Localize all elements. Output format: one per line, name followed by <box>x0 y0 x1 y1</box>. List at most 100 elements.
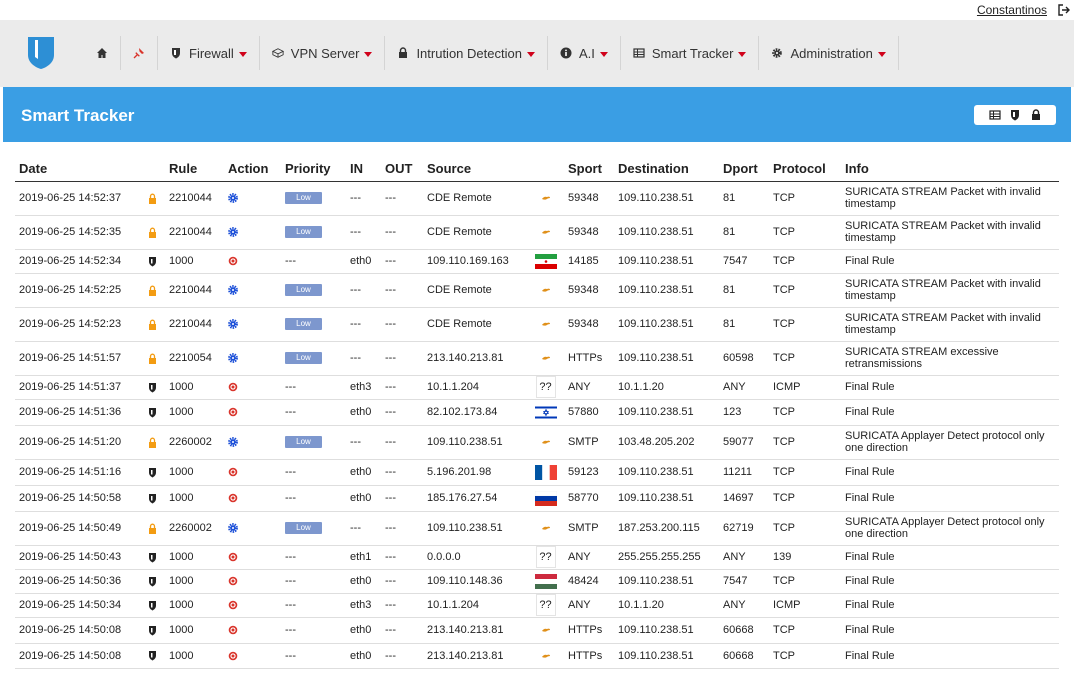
table-row[interactable]: 2019-06-25 14:51:20 2260002 Low --- --- 109.1… <box>15 425 1059 460</box>
cell-destination: 109.110.238.51 <box>614 569 719 594</box>
lock-icon[interactable] <box>1030 109 1042 121</box>
cell-info: Final Rule <box>841 569 1059 594</box>
table-row[interactable]: 2019-06-25 14:52:37 2210044 Low --- --- CDE R… <box>15 181 1059 216</box>
cell-source: 213.140.213.81 <box>423 643 527 669</box>
cell-flag <box>527 399 564 426</box>
nav-item-ids[interactable]: Intrution Detection <box>385 36 548 70</box>
shield-icon <box>144 249 165 274</box>
table-row[interactable]: 2019-06-25 14:50:36 1000 --- eth0 --- 109.110… <box>15 569 1059 594</box>
cell-out: --- <box>381 569 423 594</box>
column-header[interactable]: Date <box>15 142 144 182</box>
cell-flag <box>527 485 564 512</box>
table-row[interactable]: 2019-06-25 14:50:08 1000 --- eth0 --- 213.140… <box>15 643 1059 669</box>
block-action-icon <box>224 545 281 570</box>
nav-label: Firewall <box>189 45 234 61</box>
table-row[interactable]: 2019-06-25 14:51:36 1000 --- eth0 --- 82.102.… <box>15 399 1059 426</box>
cell-dport: 60668 <box>719 617 769 644</box>
column-header[interactable]: Destination <box>614 142 719 182</box>
top-navbar: Firewall VPN Server Intrution Detection A.I… <box>0 20 1074 87</box>
table-row[interactable]: 2019-06-25 14:52:23 2210044 Low --- --- CDE R… <box>15 307 1059 342</box>
column-header[interactable]: Dport <box>719 142 769 182</box>
column-header[interactable]: Source <box>423 142 527 182</box>
column-header[interactable]: Rule <box>165 142 224 182</box>
table-row[interactable]: 2019-06-25 14:50:49 2260002 Low --- --- 109.1… <box>15 511 1059 546</box>
cell-sport: HTTPs <box>564 643 614 669</box>
cell-in: eth1 <box>346 545 381 570</box>
cell-rule: 2260002 <box>165 511 224 546</box>
cell-source: 109.110.169.163 <box>423 249 527 274</box>
nav-item-ai[interactable]: A.I <box>548 36 621 70</box>
column-header[interactable] <box>527 142 564 182</box>
cell-protocol: TCP <box>769 341 841 376</box>
cell-in: --- <box>346 181 381 216</box>
column-header[interactable]: IN <box>346 142 381 182</box>
shield-icon <box>144 399 165 426</box>
table-row[interactable]: 2019-06-25 14:52:34 1000 --- eth0 --- 109.110… <box>15 249 1059 274</box>
cell-sport: 59348 <box>564 215 614 250</box>
username-link[interactable]: Constantinos <box>977 3 1047 17</box>
cell-source: CDE Remote <box>423 215 527 250</box>
block-action-icon <box>224 485 281 512</box>
table-row[interactable]: 2019-06-25 14:51:37 1000 --- eth3 --- 10.1.1.… <box>15 375 1059 400</box>
table-row[interactable]: 2019-06-25 14:50:34 1000 --- eth3 --- 10.1.1.… <box>15 593 1059 618</box>
column-header[interactable]: Info <box>841 142 1059 182</box>
shield-logo-icon[interactable] <box>27 36 55 70</box>
column-header[interactable]: OUT <box>381 142 423 182</box>
nav-item-tools[interactable] <box>121 36 158 70</box>
column-header[interactable]: Protocol <box>769 142 841 182</box>
flag-cy-icon <box>541 526 550 530</box>
pin-icon <box>133 47 145 59</box>
cell-protocol: TCP <box>769 425 841 460</box>
cell-dport: ANY <box>719 545 769 570</box>
cell-in: eth0 <box>346 617 381 644</box>
table-row[interactable]: 2019-06-25 14:50:58 1000 --- eth0 --- 185.176… <box>15 485 1059 512</box>
table-icon[interactable] <box>988 109 1001 121</box>
cell-date: 2019-06-25 14:50:58 <box>15 485 144 512</box>
column-header[interactable]: Action <box>224 142 281 182</box>
cell-info: Final Rule <box>841 375 1059 400</box>
cell-protocol: TCP <box>769 215 841 250</box>
cell-destination: 109.110.238.51 <box>614 459 719 486</box>
cell-dport: 60668 <box>719 643 769 669</box>
lock-icon <box>144 215 165 250</box>
priority-badge: Low <box>285 436 322 449</box>
main-nav: Firewall VPN Server Intrution Detection A.I… <box>84 36 899 70</box>
cell-rule: 1000 <box>165 375 224 400</box>
nav-item-admin[interactable]: Administration <box>759 36 899 70</box>
cell-sport: HTTPs <box>564 341 614 376</box>
table-row[interactable]: 2019-06-25 14:50:08 1000 --- eth0 --- 213.140… <box>15 617 1059 644</box>
block-action-icon <box>224 617 281 644</box>
nav-item-vpn[interactable]: VPN Server <box>260 36 386 70</box>
cell-dport: ANY <box>719 375 769 400</box>
cell-rule: 1000 <box>165 617 224 644</box>
cell-rule: 2210054 <box>165 341 224 376</box>
priority-badge: Low <box>285 318 322 331</box>
flag-cy-icon <box>541 288 550 292</box>
column-header[interactable]: Priority <box>281 142 346 182</box>
cell-dport: 60598 <box>719 341 769 376</box>
table-row[interactable]: 2019-06-25 14:52:25 2210044 Low --- --- CDE R… <box>15 273 1059 308</box>
cell-info: SURICATA STREAM excessive retransmission… <box>841 341 1059 376</box>
flag-cy-icon <box>541 440 550 444</box>
column-header[interactable]: Sport <box>564 142 614 182</box>
nav-item-smart[interactable]: Smart Tracker <box>621 36 760 70</box>
page-title: Smart Tracker <box>21 106 135 125</box>
nav-item-home[interactable] <box>84 36 121 70</box>
cell-dport: 81 <box>719 307 769 342</box>
sign-out-icon[interactable] <box>1058 4 1070 16</box>
table-row[interactable]: 2019-06-25 14:50:43 1000 --- eth1 --- 0.0.0.0… <box>15 545 1059 570</box>
alert-action-icon <box>224 215 281 250</box>
lock-icon <box>144 511 165 546</box>
cell-priority: --- <box>281 569 346 594</box>
table-row[interactable]: 2019-06-25 14:51:57 2210054 Low --- --- 213.1… <box>15 341 1059 376</box>
table-row[interactable]: 2019-06-25 14:51:16 1000 --- eth0 --- 5.196.2… <box>15 459 1059 486</box>
cell-dport: 59077 <box>719 425 769 460</box>
table-row[interactable]: 2019-06-25 14:52:35 2210044 Low --- --- CDE R… <box>15 215 1059 250</box>
table-body: 2019-06-25 14:52:37 2210044 Low --- --- CDE R… <box>15 181 1059 669</box>
lock-icon <box>397 47 409 59</box>
cell-destination: 109.110.238.51 <box>614 341 719 376</box>
column-header[interactable] <box>144 142 165 182</box>
shield-icon[interactable] <box>1009 109 1021 121</box>
cell-info: SURICATA STREAM Packet with invalid time… <box>841 215 1059 250</box>
nav-item-firewall[interactable]: Firewall <box>158 36 260 70</box>
